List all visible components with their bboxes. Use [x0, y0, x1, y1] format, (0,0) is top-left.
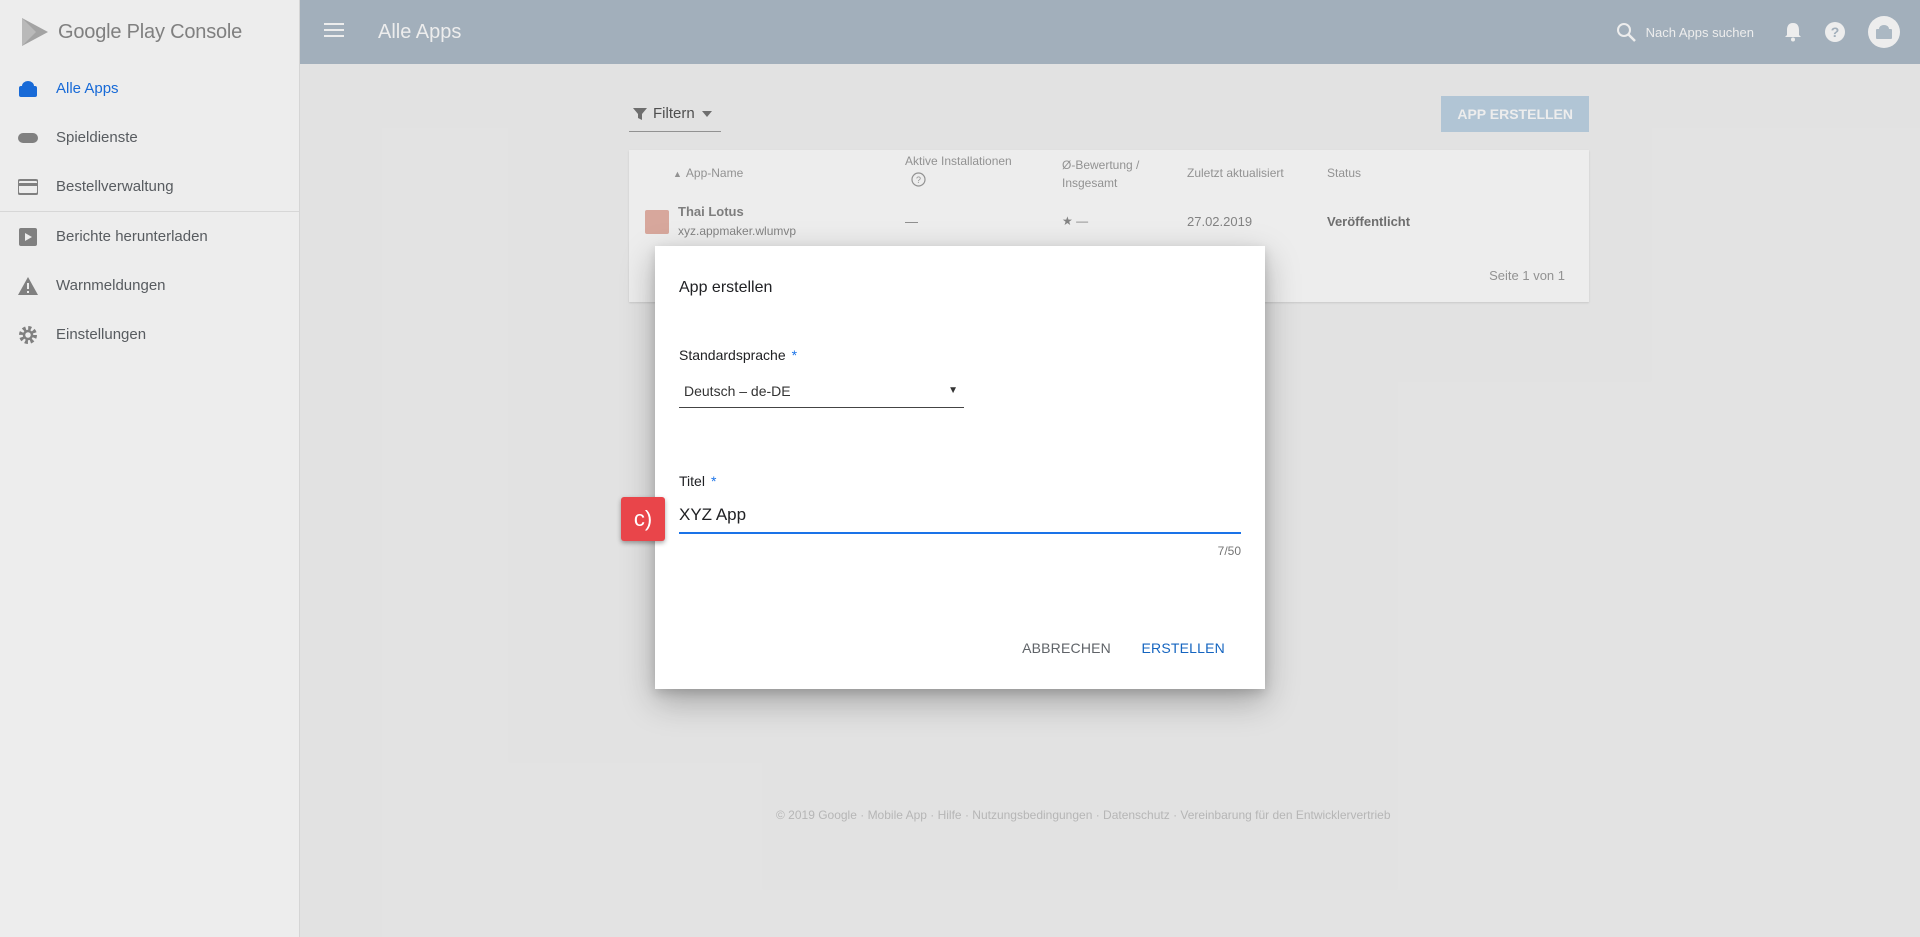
create-button[interactable]: ERSTELLEN [1142, 640, 1226, 656]
step-marker-badge: c) [621, 497, 665, 541]
character-counter: 7/50 [1217, 544, 1241, 558]
dialog-title: App erstellen [679, 279, 773, 296]
cancel-button[interactable]: ABBRECHEN [1022, 640, 1111, 656]
selected-language: Deutsch – de-DE [684, 382, 791, 399]
required-indicator: * [710, 473, 717, 489]
dropdown-arrow-icon: ▼ [948, 385, 958, 396]
language-field-label: Standardsprache * [679, 347, 798, 363]
title-field-label: Titel * [679, 473, 717, 489]
default-language-select[interactable]: Deutsch – de-DE ▼ [679, 374, 964, 408]
required-indicator: * [791, 347, 798, 363]
app-title-input[interactable] [679, 498, 1241, 534]
create-app-dialog: App erstellen Standardsprache * Deutsch –… [655, 246, 1265, 689]
